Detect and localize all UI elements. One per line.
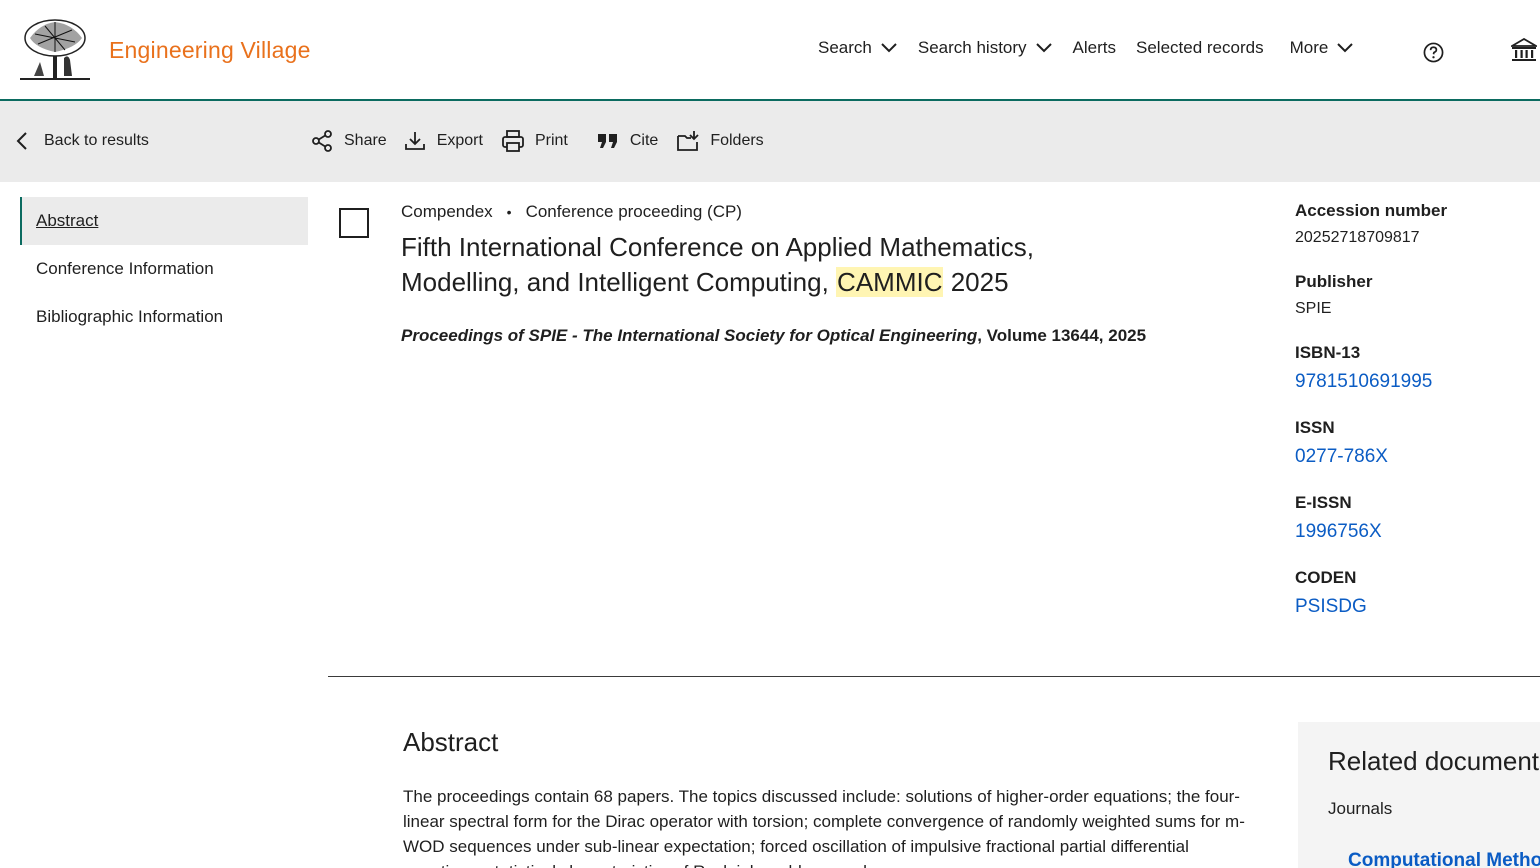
share-button[interactable]: Share [310, 129, 387, 153]
isbn-link[interactable]: 9781510691995 [1295, 371, 1540, 393]
top-nav: Search Search history Alerts Selected re… [818, 38, 1374, 58]
nav-search-history[interactable]: Search history [918, 38, 1053, 58]
title-text-end: 2025 [943, 267, 1009, 297]
folders-label: Folders [710, 132, 764, 149]
coden-link[interactable]: PSISDG [1295, 596, 1540, 618]
abstract-text: The proceedings contain 68 papers. The t… [403, 787, 1245, 868]
record-source: Proceedings of SPIE - The International … [401, 326, 1146, 346]
cite-label: Cite [629, 132, 659, 149]
folder-add-icon [677, 131, 699, 151]
nav-alerts[interactable]: Alerts [1073, 38, 1116, 58]
record-title: Fifth International Conference on Applie… [401, 230, 1101, 300]
share-label: Share [344, 132, 387, 149]
source-journal: Proceedings of SPIE - The International … [401, 326, 978, 345]
top-header: Engineering Village Search Search histor… [0, 0, 1540, 101]
eissn-label: E-ISSN [1295, 493, 1352, 512]
record-toolbar: Back to results Share Export Print Cite … [0, 101, 1540, 182]
elsevier-tree-logo[interactable] [20, 18, 90, 82]
institution-icon[interactable] [1511, 38, 1537, 62]
record-meta: Compendex • Conference proceeding (CP) [401, 202, 742, 222]
isbn-label: ISBN-13 [1295, 343, 1361, 362]
export-button[interactable]: Export [403, 129, 483, 153]
related-heading: Related documents [1328, 746, 1540, 776]
publisher-value: SPIE [1295, 300, 1332, 317]
abstract-heading: Abstract [403, 727, 499, 757]
issn-label: ISSN [1295, 418, 1335, 437]
section-divider [328, 676, 1540, 677]
nav-alerts-label: Alerts [1072, 38, 1117, 57]
share-icon [312, 130, 332, 152]
section-nav: Abstract Conference Information Bibliogr… [20, 197, 308, 341]
eissn-link[interactable]: 1996756X [1295, 521, 1540, 543]
sidebar-item-abstract[interactable]: Abstract [20, 197, 308, 245]
chevron-down-icon [1035, 43, 1052, 53]
nav-selected-records-label: Selected records [1136, 38, 1264, 57]
related-document-link[interactable]: Computational Methods [1348, 850, 1540, 868]
chevron-down-icon [881, 43, 897, 53]
help-icon[interactable] [1423, 42, 1444, 63]
folders-button[interactable]: Folders [676, 129, 764, 153]
sidebar-item-conference-information[interactable]: Conference Information [20, 245, 308, 293]
nav-more[interactable]: More [1290, 38, 1355, 58]
print-label: Print [534, 132, 568, 149]
database-label: Compendex [401, 202, 493, 221]
export-label: Export [436, 132, 483, 149]
print-button[interactable]: Print [501, 129, 568, 153]
download-icon [404, 132, 425, 150]
quote-icon [597, 134, 617, 148]
cite-button[interactable]: Cite [596, 129, 658, 153]
document-type: Conference proceeding (CP) [525, 202, 742, 221]
nav-more-label: More [1289, 38, 1329, 57]
related-subheading: Journals [1328, 799, 1393, 818]
brand-name[interactable]: Engineering Village [109, 37, 311, 64]
separator-dot: • [506, 204, 512, 220]
printer-icon [502, 130, 524, 152]
select-record-checkbox[interactable] [339, 208, 369, 238]
record-identifiers: Accession number 20252718709817 Publishe… [1295, 201, 1540, 643]
back-to-results-link[interactable]: Back to results [14, 131, 149, 151]
nav-search-history-label: Search history [917, 38, 1027, 57]
nav-search-label: Search [818, 38, 872, 57]
nav-search[interactable]: Search [818, 38, 898, 58]
accession-number-label: Accession number [1295, 201, 1448, 220]
record-actions: Share Export Print Cite Folders [310, 129, 764, 153]
source-volume: , Volume 13644, 2025 [977, 326, 1147, 345]
back-label: Back to results [44, 132, 149, 149]
accession-number-value: 20252718709817 [1295, 229, 1420, 246]
chevron-down-icon [1337, 43, 1354, 53]
nav-selected-records[interactable]: Selected records [1136, 38, 1264, 58]
coden-label: CODEN [1295, 568, 1357, 587]
chevron-left-icon [16, 132, 27, 150]
related-documents-panel: Related documents Journals Computational… [1298, 722, 1540, 868]
issn-link[interactable]: 0277-786X [1295, 446, 1540, 468]
publisher-label: Publisher [1295, 272, 1373, 291]
sidebar-item-bibliographic-information[interactable]: Bibliographic Information [20, 293, 308, 341]
title-highlight: CAMMIC [836, 267, 944, 297]
